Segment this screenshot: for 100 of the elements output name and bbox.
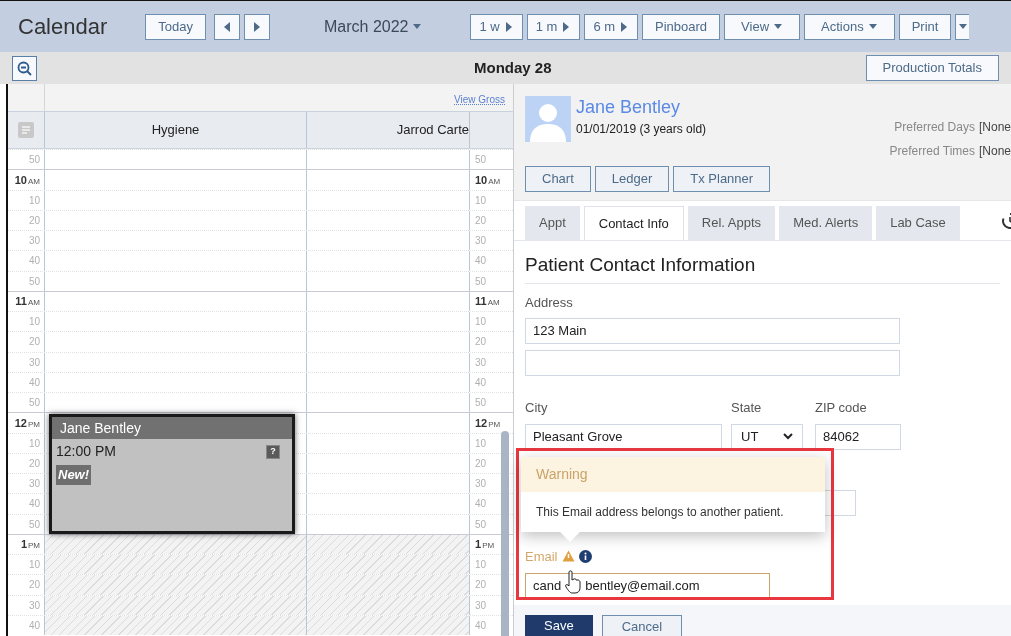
email-field[interactable]: cand bentley@email.com: [525, 573, 770, 599]
minute-label: 40: [475, 254, 487, 269]
warning-message: This Email address belongs to another patient.: [536, 504, 784, 521]
address-field[interactable]: [525, 350, 900, 376]
range-button[interactable]: 6 m: [584, 13, 639, 40]
toolbar-button[interactable]: Print: [898, 13, 952, 40]
column-header: Jarrod Carte: [396, 121, 469, 140]
minute-label: 30: [475, 234, 487, 249]
right-triangle-icon: [252, 20, 262, 33]
tab[interactable]: Med. Alerts: [779, 206, 873, 240]
patient-button[interactable]: Chart: [525, 166, 591, 192]
minute-label: 10: [475, 315, 487, 330]
column-header: Hygiene: [151, 121, 200, 140]
hour-label: 11AM: [475, 294, 500, 310]
field-label: State: [731, 399, 763, 417]
avatar-icon: [525, 96, 571, 142]
next-button[interactable]: [244, 13, 270, 40]
production-totals-button[interactable]: Production Totals: [865, 55, 999, 81]
minute-label: 10: [28, 436, 40, 451]
dropdown-button[interactable]: [955, 13, 970, 40]
minute-label: 30: [28, 598, 40, 613]
toolbar-button[interactable]: Pinboard: [642, 13, 721, 40]
minute-label: 30: [28, 234, 40, 249]
minute-label: 20: [28, 213, 40, 228]
address-field[interactable]: 123 Main: [525, 318, 900, 344]
hour-label: 12 PM: [475, 415, 501, 431]
minute-label: 40: [28, 375, 40, 390]
minute-label: 10: [28, 558, 40, 573]
info-icon[interactable]: [578, 549, 592, 563]
minute-label: 20: [475, 213, 487, 228]
hour-label: 1PM: [20, 537, 40, 553]
appointment-name: Jane Bentley: [60, 418, 141, 438]
patient-button[interactable]: Ledger: [594, 166, 670, 192]
hour-label: 10AM: [14, 172, 40, 188]
minute-label: 40: [28, 618, 40, 633]
minute-label: 20: [28, 456, 40, 471]
minute-label: 50: [28, 153, 40, 168]
hand-cursor-icon: [564, 570, 583, 594]
minute-label: 10: [28, 193, 40, 208]
day-title: Monday 28: [474, 57, 552, 78]
zoom-out-icon: [17, 60, 32, 76]
minute-label: 10: [475, 193, 487, 208]
appointment-card[interactable]: Jane Bentley 12:00 PM ? New!: [49, 414, 295, 534]
minute-label: 20: [475, 335, 487, 350]
minute-label: 20: [475, 456, 487, 471]
tab[interactable]: Rel. Appts: [687, 206, 776, 240]
patient-dob: 01/01/2019 (3 years old): [576, 121, 707, 138]
save-button[interactable]: Save: [525, 615, 593, 636]
minute-label: 50: [28, 517, 40, 532]
zip-field[interactable]: 84062: [815, 423, 901, 450]
chevron-icon: [783, 433, 793, 440]
toolbar-button[interactable]: Today: [145, 13, 206, 40]
minute-label: 50: [475, 274, 487, 289]
minute-label: 40: [475, 375, 487, 390]
preference-label: Preferred Times: [889, 143, 975, 160]
hour-label: 12PM: [14, 415, 40, 431]
hour-label: 1 PM: [475, 537, 495, 553]
minute-label: 10: [28, 315, 40, 330]
preference-value: [None: [978, 119, 1011, 136]
tab[interactable]: Lab Case: [876, 206, 960, 240]
hour-label: 10AM: [475, 172, 501, 188]
status-badge: ?: [266, 444, 280, 459]
zoom-out-button[interactable]: [12, 55, 37, 81]
minute-label: 50: [475, 153, 487, 168]
previous-button[interactable]: [214, 13, 240, 40]
tab[interactable]: Appt: [525, 206, 580, 240]
minute-label: 40: [475, 497, 487, 512]
minute-label: 30: [28, 355, 40, 370]
menu-button[interactable]: Actions: [804, 13, 895, 40]
patient-name[interactable]: Jane Bentley: [576, 96, 707, 118]
minute-label: 30: [475, 477, 487, 492]
minute-label: 20: [28, 578, 40, 593]
minute-label: 30: [28, 477, 40, 492]
city-field[interactable]: Pleasant Grove: [525, 423, 722, 450]
field-label: ZIP code: [815, 399, 868, 417]
scrollbar-thumb[interactable]: [501, 431, 509, 636]
minute-label: 40: [475, 618, 487, 633]
menu-button[interactable]: View: [724, 13, 801, 40]
month-dropdown[interactable]: March 2022: [324, 14, 423, 39]
patient-button[interactable]: Tx Planner: [673, 166, 771, 192]
state-select[interactable]: UT: [731, 423, 803, 450]
new-badge: New!: [56, 465, 92, 485]
range-button[interactable]: 1 w: [470, 13, 523, 40]
minute-label: 20: [475, 578, 487, 593]
preference-value: [None: [978, 143, 1011, 160]
range-button[interactable]: 1 m: [526, 13, 581, 40]
field-label: City: [525, 399, 549, 417]
tab[interactable]: Contact Info: [583, 206, 684, 240]
minute-label: 40: [28, 254, 40, 269]
view-gross-link[interactable]: View Gross: [454, 92, 505, 107]
minute-label: 30: [475, 598, 487, 613]
minute-label: 30: [475, 355, 487, 370]
minute-label: 50: [475, 396, 487, 411]
form-title: Patient Contact Information: [525, 251, 1000, 284]
appointment-time: 12:00 PM: [56, 442, 116, 462]
cancel-button[interactable]: Cancel: [601, 615, 683, 636]
minute-label: 10: [475, 558, 487, 573]
minute-label: 20: [28, 335, 40, 350]
app-title: Calendar: [18, 13, 108, 41]
field-label: Email: [525, 547, 558, 566]
